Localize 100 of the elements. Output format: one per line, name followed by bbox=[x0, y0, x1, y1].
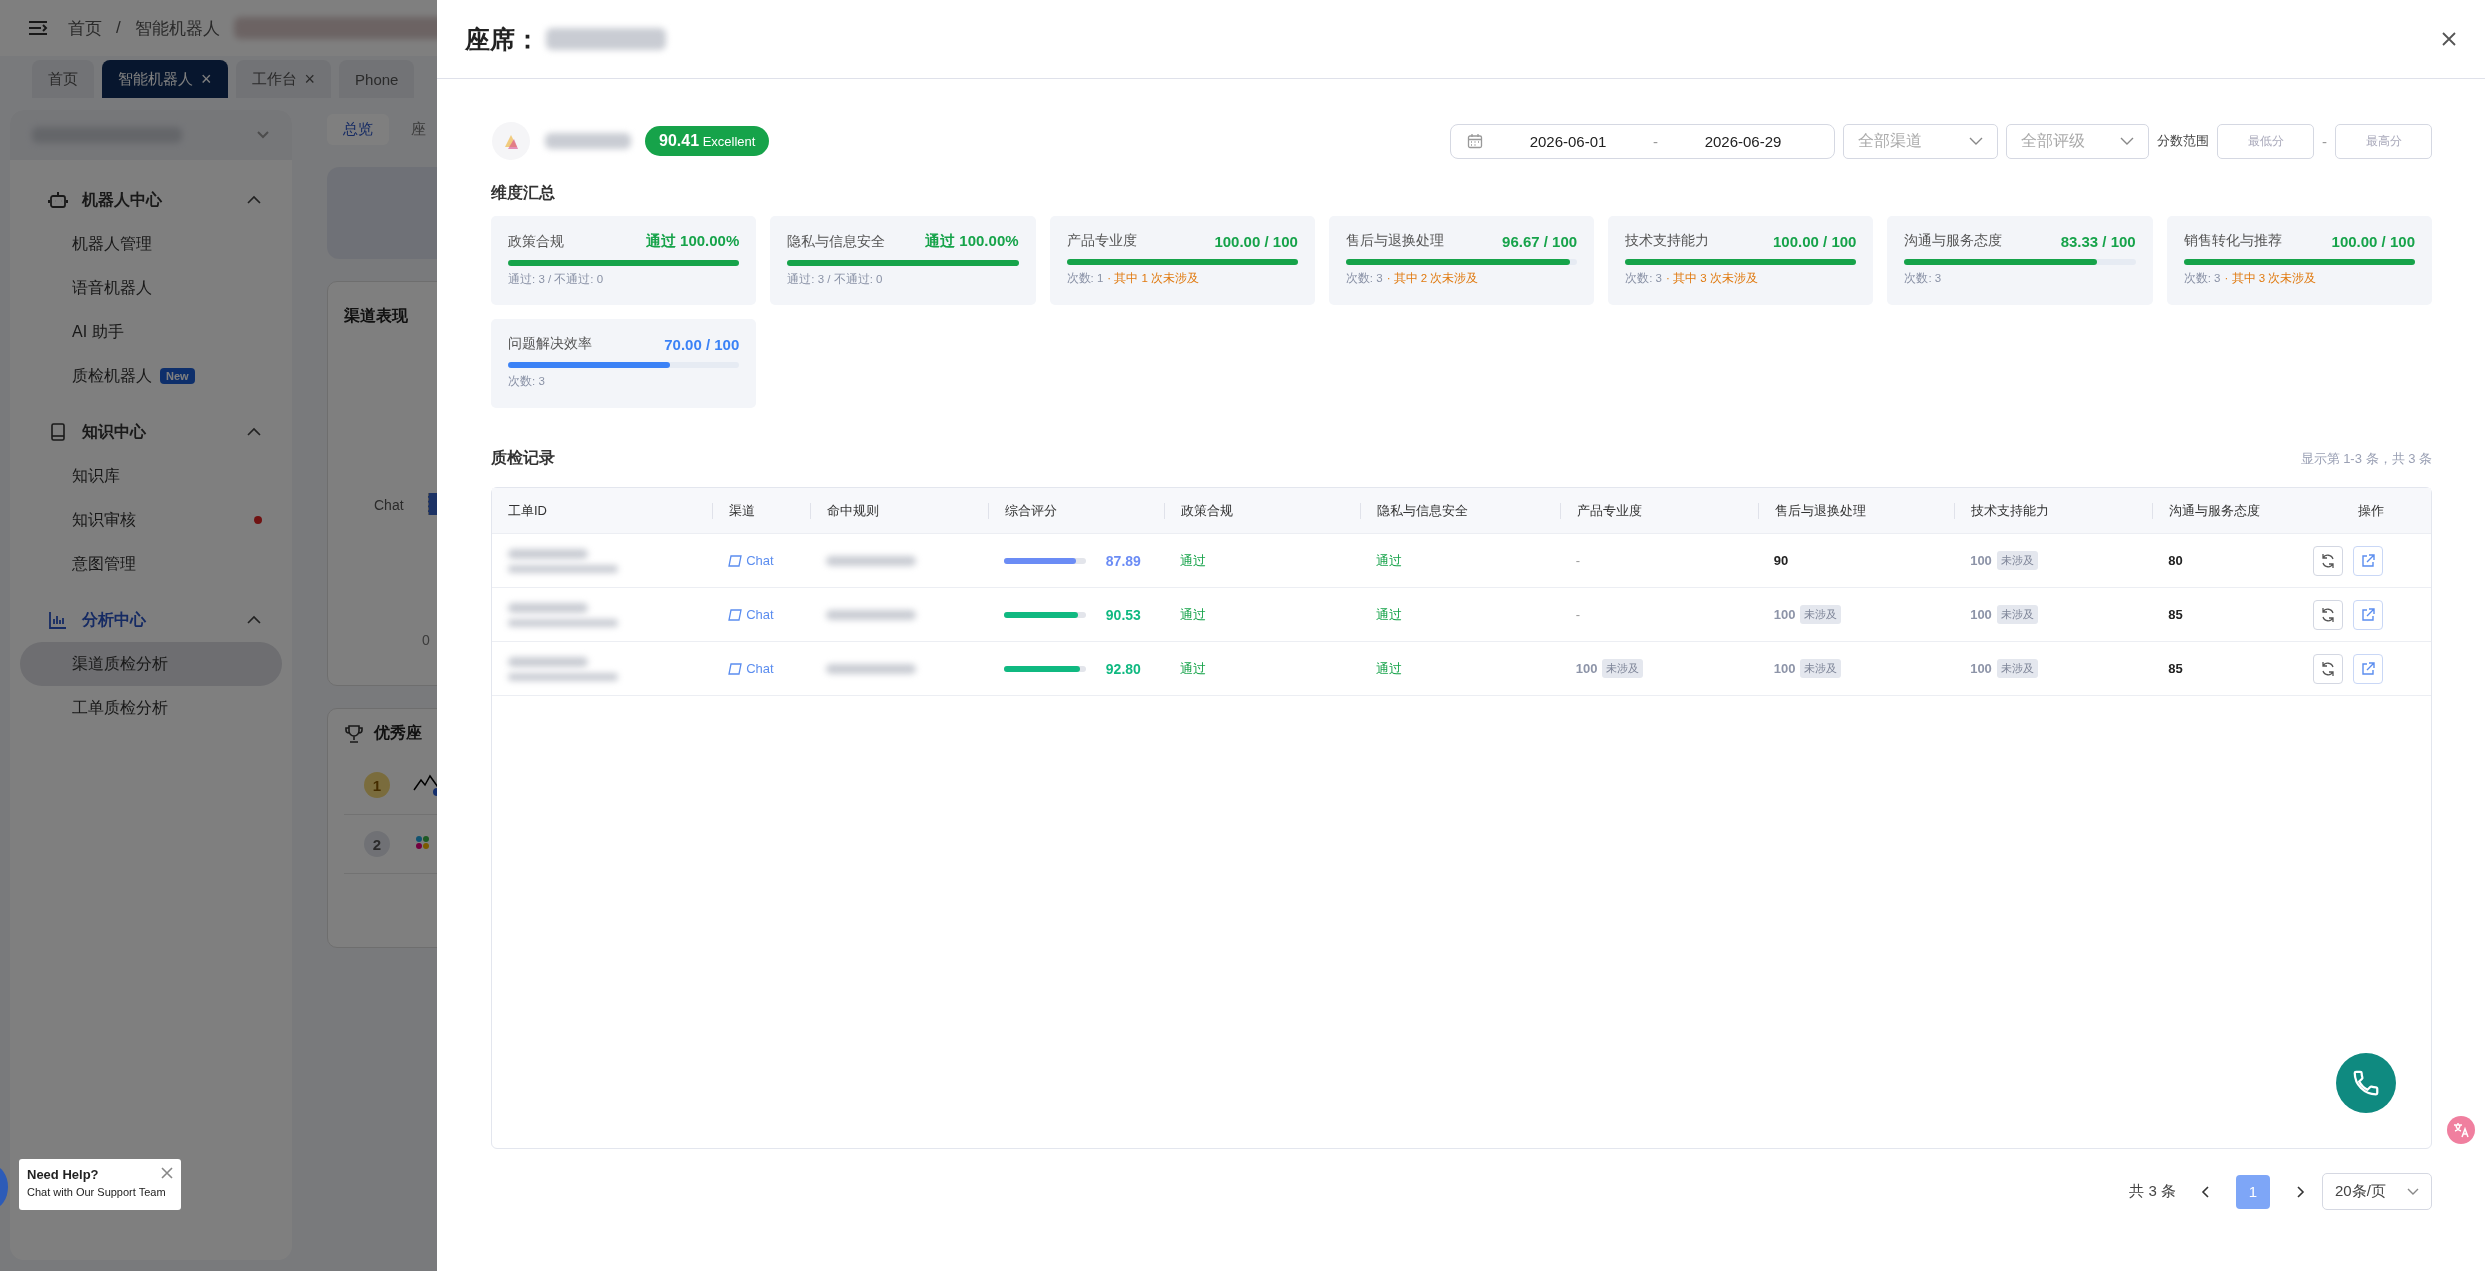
tag-icon bbox=[728, 554, 743, 567]
menu-item[interactable]: 语音机器人 bbox=[20, 266, 282, 310]
drawer-title: 座席： bbox=[465, 23, 540, 55]
min-score-field[interactable]: 最低分 bbox=[2217, 123, 2314, 159]
section-title: 维度汇总 bbox=[491, 183, 556, 203]
menu-icon[interactable] bbox=[28, 20, 48, 36]
calendar-icon bbox=[1467, 133, 1483, 149]
status-tag: 未涉及 bbox=[1602, 659, 1644, 678]
channel-link[interactable]: Chat bbox=[728, 661, 774, 676]
table-cell: 100 bbox=[1970, 553, 1992, 568]
page-tab[interactable]: 工作台 × bbox=[235, 60, 332, 98]
menu-group[interactable]: 分析中心 bbox=[10, 598, 292, 642]
menu-item[interactable]: 质检机器人 New bbox=[20, 354, 282, 398]
total-count: 共 3 条 bbox=[2129, 1182, 2176, 1201]
chevron-down-icon bbox=[2120, 136, 2134, 146]
dimension-note: · 其中 2 次未涉及 bbox=[1386, 271, 1479, 286]
breadcrumb-item[interactable]: / bbox=[116, 18, 121, 38]
dimension-score: 通过 100.00% bbox=[925, 232, 1019, 251]
table-cell: 90 bbox=[1773, 553, 1789, 568]
tag-icon bbox=[728, 608, 743, 621]
dimension-score: 100.00 / 100 bbox=[2331, 232, 2415, 250]
next-page-icon[interactable] bbox=[2294, 1184, 2306, 1199]
menu-item[interactable]: 工单质检分析 bbox=[20, 686, 282, 730]
axis-tick: 0 bbox=[422, 632, 430, 648]
score-value: 92.80 bbox=[1105, 660, 1141, 677]
external-link-icon bbox=[2359, 660, 2376, 677]
menu-item[interactable]: 渠道质检分析 bbox=[20, 642, 282, 686]
page-size-select[interactable]: 20条/页 bbox=[2322, 1173, 2432, 1210]
breadcrumb-item[interactable]: 智能机器人 bbox=[134, 16, 220, 40]
open-external-button[interactable] bbox=[2352, 653, 2383, 684]
page-tab[interactable]: 首页 bbox=[32, 60, 94, 98]
chevron-up-icon bbox=[246, 195, 262, 205]
column-header: 工单ID bbox=[507, 502, 548, 519]
status-tag: 未涉及 bbox=[1800, 605, 1842, 624]
dimension-score: 83.33 / 100 bbox=[2060, 232, 2136, 250]
popup-title: Need Help? bbox=[27, 1167, 100, 1184]
dimension-stats: 通过: 3 / 不通过: 0 bbox=[787, 272, 883, 287]
trophy-icon bbox=[344, 723, 364, 744]
date-range-field[interactable]: 2026-06-01 - 2026-06-29 bbox=[1450, 123, 1835, 159]
refresh-icon bbox=[2319, 552, 2336, 569]
column-header: 命中规则 bbox=[810, 502, 988, 519]
refresh-icon bbox=[2319, 606, 2336, 623]
robot-icon bbox=[48, 190, 68, 210]
column-header: 沟通与服务态度 bbox=[2152, 502, 2311, 519]
menu-item[interactable]: AI 助手 bbox=[20, 310, 282, 354]
chevron-down-icon bbox=[1969, 136, 1983, 146]
dimension-score: 96.67 / 100 bbox=[1502, 232, 1578, 250]
channel-link[interactable]: Chat bbox=[728, 607, 774, 622]
menu-item[interactable]: 机器人管理 bbox=[20, 222, 282, 266]
menu-group[interactable]: 机器人中心 bbox=[10, 178, 292, 222]
translate-glyph-icon bbox=[2451, 1120, 2471, 1140]
close-icon[interactable] bbox=[2441, 31, 2457, 47]
channel-select[interactable]: 全部渠道 bbox=[1843, 123, 1998, 159]
tag-icon bbox=[728, 662, 743, 675]
card-title: 渠道表现 bbox=[344, 307, 408, 324]
column-header: 渠道 bbox=[712, 502, 811, 519]
dimension-note: · 其中 1 次未涉及 bbox=[1107, 271, 1200, 286]
open-external-button[interactable] bbox=[2352, 545, 2383, 576]
range-separator: - bbox=[2322, 132, 2327, 150]
menu-item[interactable]: 意图管理 bbox=[20, 542, 282, 586]
column-header: 技术支持能力 bbox=[1954, 502, 2153, 519]
dimension-score: 通过 100.00% bbox=[645, 232, 740, 251]
table-cell: 通过 bbox=[1376, 551, 1403, 570]
chevron-up-icon bbox=[246, 615, 262, 625]
dimension-name: 隐私与信息安全 bbox=[787, 232, 886, 251]
table-cell: 100 bbox=[1575, 661, 1598, 676]
dimension-stats: 次数: 3 bbox=[1345, 271, 1383, 286]
prev-page-icon[interactable] bbox=[2200, 1184, 2212, 1199]
phone-call-button[interactable] bbox=[2336, 1053, 2396, 1113]
menu-item[interactable]: 知识审核 bbox=[20, 498, 282, 542]
table-cell: 100 bbox=[1773, 661, 1796, 676]
menu-item[interactable]: 知识库 bbox=[20, 454, 282, 498]
refresh-button[interactable] bbox=[2312, 545, 2343, 576]
score-value: 90.53 bbox=[1105, 606, 1141, 623]
menu-group[interactable]: 知识中心 bbox=[10, 410, 292, 454]
column-header: 隐私与信息安全 bbox=[1360, 502, 1560, 519]
dimension-name: 问题解决效率 bbox=[508, 335, 592, 353]
score-badge: 90.41 Excellent bbox=[645, 126, 770, 156]
table-cell: 85 bbox=[2168, 661, 2183, 676]
grade-select[interactable]: 全部评级 bbox=[2006, 123, 2149, 159]
translate-icon[interactable] bbox=[2447, 1116, 2475, 1144]
dimension-stats: 次数: 3 bbox=[1904, 271, 1942, 286]
table-cell: 通过 bbox=[1179, 659, 1206, 678]
page-tab[interactable]: 智能机器人 × bbox=[102, 60, 228, 98]
max-score-field[interactable]: 最高分 bbox=[2335, 123, 2432, 159]
breadcrumb-item[interactable]: 首页 bbox=[68, 16, 102, 40]
refresh-button[interactable] bbox=[2312, 599, 2343, 630]
view-tab[interactable]: 总览 bbox=[327, 114, 389, 145]
refresh-button[interactable] bbox=[2312, 653, 2343, 684]
external-link-icon bbox=[2359, 552, 2376, 569]
column-header: 产品专业度 bbox=[1559, 502, 1758, 519]
open-external-button[interactable] bbox=[2352, 599, 2383, 630]
table-cell: 100 bbox=[1773, 607, 1796, 622]
page-button[interactable]: 1 bbox=[2236, 1174, 2270, 1209]
channel-link[interactable]: Chat bbox=[728, 553, 774, 568]
axis-label: Chat bbox=[374, 497, 404, 513]
bar-chart-icon bbox=[48, 610, 68, 630]
table-cell: 80 bbox=[2168, 553, 2183, 568]
page-tab[interactable]: Phone bbox=[339, 60, 415, 98]
dimension-name: 技术支持能力 bbox=[1625, 232, 1710, 250]
